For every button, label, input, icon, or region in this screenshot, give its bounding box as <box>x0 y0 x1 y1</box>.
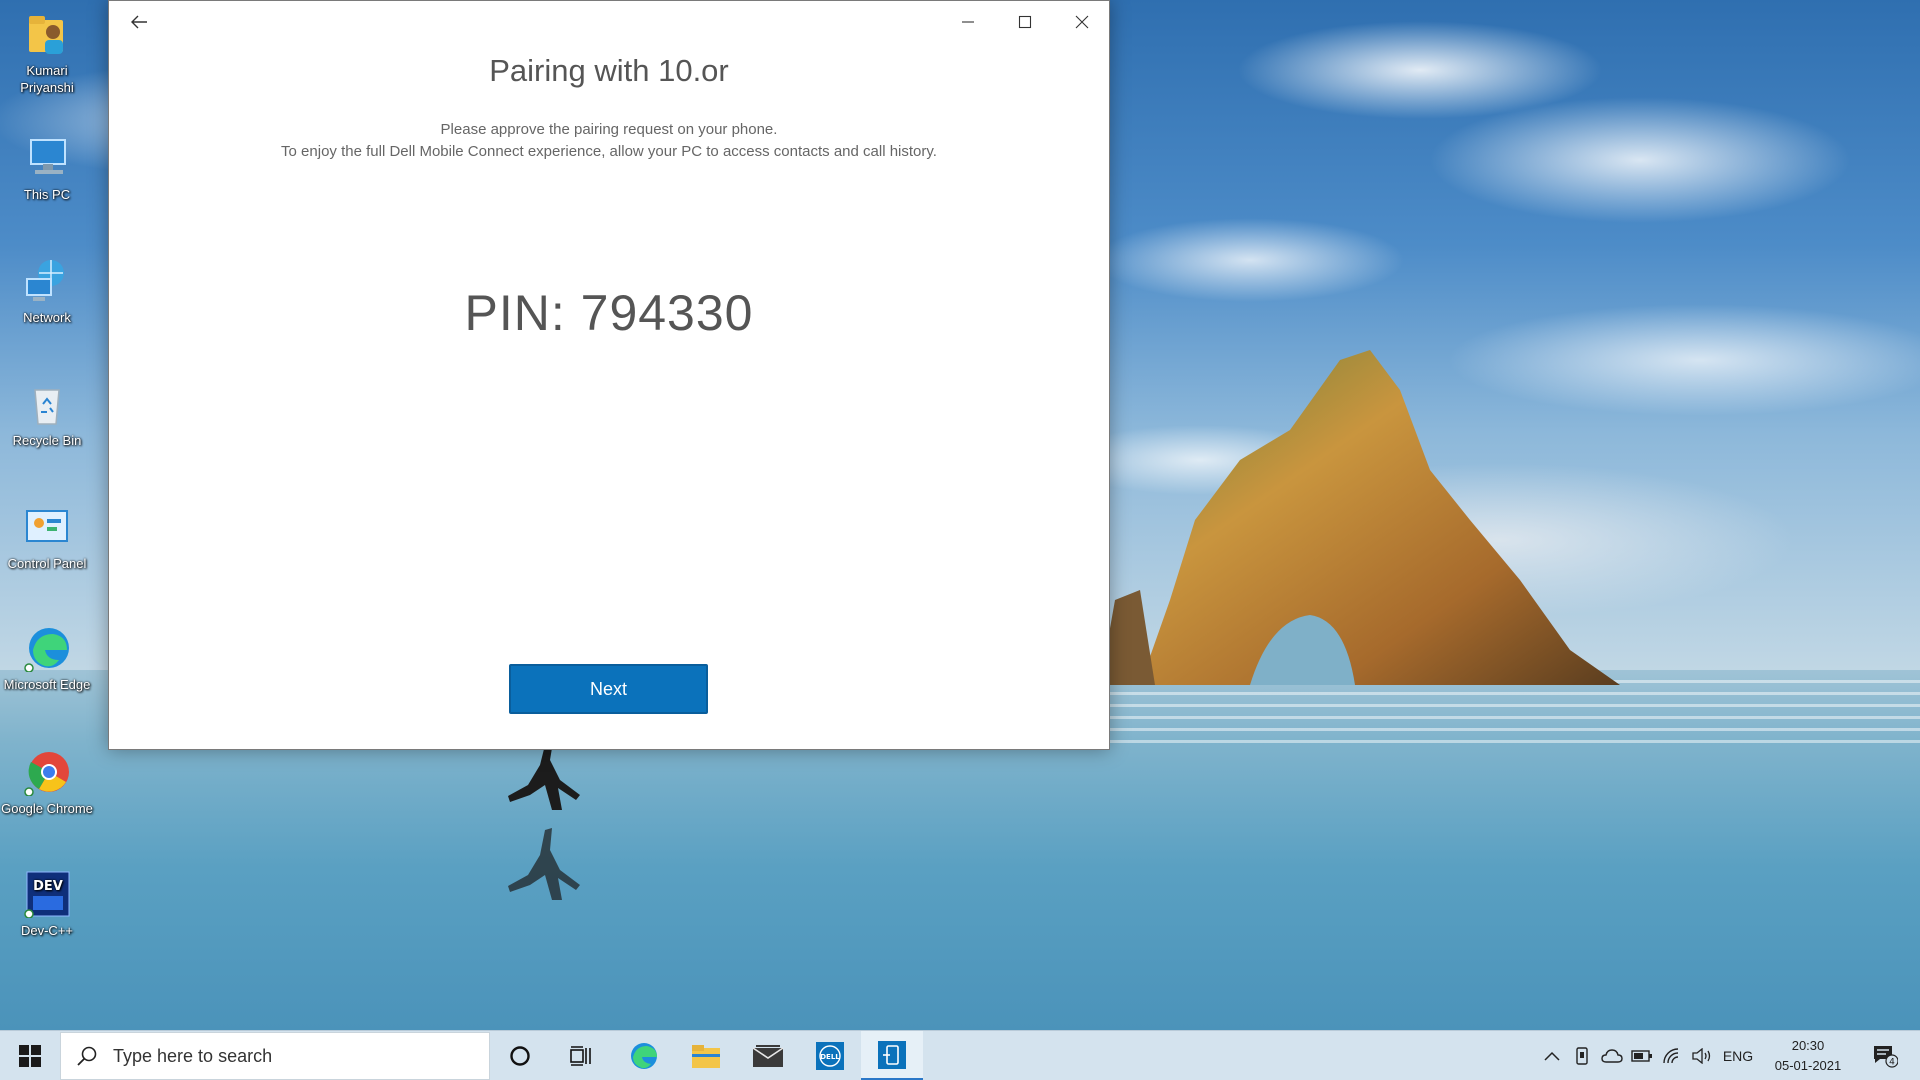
desktop-icon-user-folder[interactable]: Kumari Priyanshi <box>0 10 94 96</box>
desktop-icon-network[interactable]: Network <box>0 257 94 326</box>
chrome-icon <box>23 748 71 797</box>
task-view-button[interactable] <box>551 1031 613 1080</box>
desktop-icon-label: Microsoft Edge <box>3 677 91 692</box>
pairing-pin: PIN: 794330 <box>464 285 754 341</box>
maximize-icon <box>1018 15 1032 29</box>
folder-icon <box>692 1045 720 1068</box>
notification-icon: 4 <box>1874 1046 1898 1068</box>
instruction-line-1: Please approve the pairing request on yo… <box>440 121 778 138</box>
taskbar-clock[interactable]: 20:30 05-01-2021 <box>1768 1036 1848 1076</box>
action-center-button[interactable]: 4 <box>1862 1031 1908 1080</box>
taskbar-search-box[interactable]: Type here to search <box>60 1032 490 1080</box>
mail-envelope-icon <box>752 1045 784 1067</box>
edge-icon <box>631 1043 657 1069</box>
desktop-icon-label: Network <box>23 310 71 325</box>
arrow-left-icon <box>131 15 147 29</box>
cortana-circle-icon <box>510 1046 530 1066</box>
svg-text:DELL: DELL <box>820 1053 840 1061</box>
cloud-icon <box>1601 1049 1623 1063</box>
desktop-icon-label: This PC <box>23 187 71 202</box>
back-button[interactable] <box>109 1 169 43</box>
taskbar-dell-mobile-connect-button[interactable] <box>861 1031 923 1080</box>
pairing-instructions: Please approve the pairing request on yo… <box>109 119 1109 163</box>
desktop-icon-microsoft-edge[interactable]: Microsoft Edge <box>0 624 94 693</box>
desktop-icon-control-panel[interactable]: Control Panel <box>0 503 94 572</box>
recycle-bin-icon <box>23 380 71 428</box>
phone-link-icon <box>1576 1047 1588 1065</box>
desktop-icon-recycle-bin[interactable]: Recycle Bin <box>0 380 94 449</box>
desktop-icon-label: Recycle Bin <box>12 433 82 448</box>
taskbar-file-explorer-button[interactable] <box>675 1031 737 1080</box>
edge-icon <box>23 624 71 673</box>
cortana-button[interactable] <box>489 1031 551 1080</box>
taskbar-edge-button[interactable] <box>613 1031 675 1080</box>
windows-logo-icon <box>19 1045 41 1067</box>
close-button[interactable] <box>1054 1 1110 43</box>
desktop-icon-dev-cpp[interactable]: DEV Dev-C++ <box>0 870 94 939</box>
dell-mobile-connect-window: Pairing with 10.or Please approve the pa… <box>108 0 1110 750</box>
desktop-icon-label: Control Panel <box>7 556 87 571</box>
clock-date: 05-01-2021 <box>1774 1058 1842 1073</box>
computer-icon <box>23 134 71 182</box>
network-globe-icon <box>23 257 71 305</box>
start-button[interactable] <box>0 1031 60 1080</box>
desktop-icon-label: Dev-C++ <box>20 923 74 938</box>
tray-phone-app-button[interactable] <box>1568 1031 1596 1080</box>
tray-network-button[interactable] <box>1658 1031 1686 1080</box>
wifi-icon <box>1663 1048 1679 1064</box>
dell-mobile-connect-icon <box>878 1040 906 1069</box>
minimize-icon <box>962 21 974 23</box>
maximize-button[interactable] <box>997 1 1053 43</box>
notification-count-badge: 4 <box>1889 1058 1895 1068</box>
taskbar-mail-button[interactable] <box>737 1031 799 1080</box>
dell-logo-icon: DELL <box>816 1042 844 1070</box>
close-icon <box>1075 15 1089 29</box>
desktop-icon-label: Google Chrome <box>1 801 93 816</box>
show-hidden-icons-button[interactable] <box>1538 1031 1566 1080</box>
minimize-button[interactable] <box>940 1 996 43</box>
rock-arch-image <box>1100 350 1620 685</box>
runner-silhouette <box>508 745 580 900</box>
taskbar: Type here to search DELL ENG 20:30 05-01… <box>0 1030 1920 1080</box>
window-titlebar <box>109 1 1109 43</box>
desktop-icon-google-chrome[interactable]: Google Chrome <box>0 748 94 817</box>
search-icon <box>61 1045 113 1067</box>
user-folder-icon <box>23 10 71 58</box>
tray-battery-button[interactable] <box>1628 1031 1656 1080</box>
wallpaper-surf <box>1000 680 1920 750</box>
tray-onedrive-button[interactable] <box>1598 1031 1626 1080</box>
desktop-icon-label: Kumari Priyanshi <box>20 63 74 95</box>
speaker-icon <box>1692 1048 1711 1064</box>
next-button[interactable]: Next <box>509 664 708 714</box>
page-title: Pairing with 10.or <box>489 53 729 88</box>
battery-icon <box>1631 1050 1652 1062</box>
task-view-icon <box>570 1046 591 1066</box>
chevron-up-icon <box>1544 1051 1560 1061</box>
desktop-icon-this-pc[interactable]: This PC <box>0 134 94 203</box>
taskbar-dell-button[interactable]: DELL <box>799 1031 861 1080</box>
input-language-button[interactable]: ENG <box>1718 1031 1758 1080</box>
svg-text:DEV: DEV <box>33 879 63 894</box>
tray-volume-button[interactable] <box>1688 1031 1716 1080</box>
dev-cpp-icon: DEV <box>23 870 71 919</box>
clock-time: 20:30 <box>1791 1038 1825 1053</box>
control-panel-icon <box>23 503 71 551</box>
instruction-line-2: To enjoy the full Dell Mobile Connect ex… <box>281 143 937 160</box>
search-placeholder: Type here to search <box>113 1045 273 1066</box>
